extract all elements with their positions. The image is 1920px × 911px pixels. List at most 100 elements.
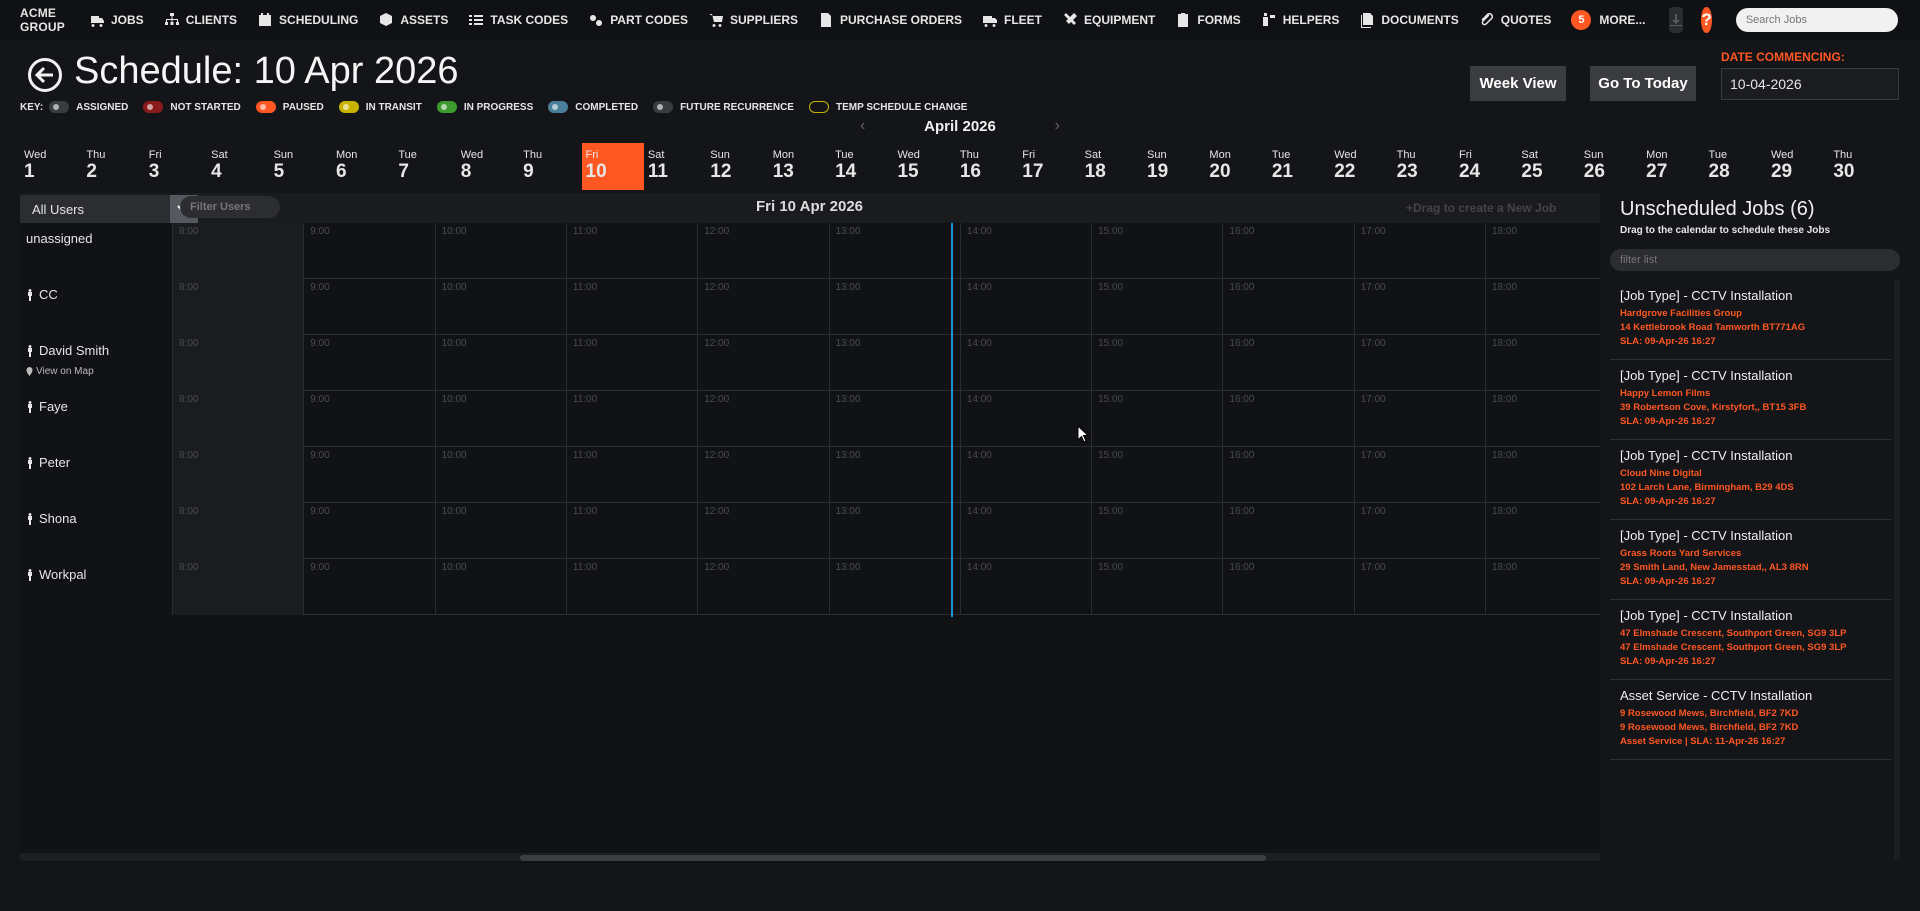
nav-item-suppliers[interactable]: SUPPLIERS bbox=[708, 12, 798, 28]
unscheduled-job-card[interactable]: [Job Type] - CCTV Installation Cloud Nine… bbox=[1610, 440, 1892, 520]
time-slot[interactable]: 12:00 bbox=[697, 223, 828, 279]
day-cell[interactable]: Thu 16 bbox=[956, 143, 1018, 190]
time-slot[interactable]: 16:00 bbox=[1222, 279, 1353, 335]
day-cell[interactable]: Tue 28 bbox=[1705, 143, 1767, 190]
time-slot[interactable]: 11:00 bbox=[565, 223, 697, 279]
time-slot[interactable]: 11:00 bbox=[565, 335, 697, 391]
brand-name[interactable]: ACME GROUP bbox=[20, 6, 65, 34]
nav-item-jobs[interactable]: JOBS bbox=[89, 12, 144, 28]
day-cell[interactable]: Wed 8 bbox=[457, 143, 519, 190]
unscheduled-job-card[interactable]: [Job Type] - CCTV Installation Hardgrove … bbox=[1610, 280, 1892, 360]
nav-item-scheduling[interactable]: SCHEDULING bbox=[257, 12, 358, 28]
time-slot[interactable]: 12:00 bbox=[697, 391, 828, 447]
user-select[interactable]: All Users bbox=[20, 195, 170, 223]
time-slot[interactable]: 12:00 bbox=[697, 503, 828, 559]
help-icon[interactable]: ? bbox=[1701, 7, 1712, 33]
time-slot[interactable]: 18:00 bbox=[1485, 223, 1616, 279]
time-slot[interactable]: 9:00 bbox=[303, 391, 434, 447]
time-slot[interactable]: 13:00 bbox=[828, 279, 960, 335]
time-slot[interactable]: 10:00 bbox=[434, 447, 566, 503]
time-slot[interactable]: 16:00 bbox=[1222, 559, 1353, 615]
time-slot[interactable]: 8:00 bbox=[172, 447, 304, 503]
time-slot[interactable]: 17:00 bbox=[1353, 503, 1485, 559]
time-slot[interactable]: 11:00 bbox=[565, 447, 697, 503]
time-slot[interactable]: 18:00 bbox=[1485, 335, 1616, 391]
day-cell[interactable]: Thu 23 bbox=[1393, 143, 1455, 190]
time-slot[interactable]: 10:00 bbox=[434, 223, 566, 279]
nav-item-assets[interactable]: ASSETS bbox=[378, 12, 448, 28]
time-slot[interactable]: 14:00 bbox=[959, 335, 1091, 391]
date-commencing-input[interactable] bbox=[1721, 68, 1899, 100]
time-slot[interactable]: 11:00 bbox=[565, 279, 697, 335]
day-cell[interactable]: Thu 30 bbox=[1829, 143, 1891, 190]
time-slot[interactable]: 8:00 bbox=[172, 503, 304, 559]
time-slot[interactable]: 13:00 bbox=[828, 559, 960, 615]
day-cell[interactable]: Tue 7 bbox=[394, 143, 456, 190]
download-icon[interactable] bbox=[1669, 7, 1684, 33]
back-button[interactable] bbox=[28, 58, 62, 92]
time-slot[interactable]: 16:00 bbox=[1222, 335, 1353, 391]
filter-list-input[interactable]: filter list bbox=[1610, 249, 1900, 271]
day-cell[interactable]: Mon 13 bbox=[769, 143, 831, 190]
time-slot[interactable]: 9:00 bbox=[303, 503, 434, 559]
time-slot[interactable]: 15:00 bbox=[1091, 559, 1222, 615]
day-cell[interactable]: Mon 20 bbox=[1205, 143, 1267, 190]
time-slot[interactable]: 16:00 bbox=[1222, 447, 1353, 503]
time-slot[interactable]: 13:00 bbox=[828, 447, 960, 503]
day-cell[interactable]: Fri 24 bbox=[1455, 143, 1517, 190]
time-slot[interactable]: 12:00 bbox=[697, 559, 828, 615]
time-slot[interactable]: 14:00 bbox=[959, 447, 1091, 503]
unscheduled-job-card[interactable]: Asset Service - CCTV Installation 9 Rosew… bbox=[1610, 680, 1892, 760]
filter-users-input[interactable]: Filter Users bbox=[180, 196, 280, 218]
time-slot[interactable]: 17:00 bbox=[1353, 559, 1485, 615]
time-slot[interactable]: 14:00 bbox=[959, 223, 1091, 279]
time-slot[interactable]: 17:00 bbox=[1353, 391, 1485, 447]
prev-month-icon[interactable]: ‹ bbox=[860, 117, 865, 135]
time-slot[interactable]: 15:00 bbox=[1091, 391, 1222, 447]
time-slot[interactable]: 15:00 bbox=[1091, 335, 1222, 391]
nav-item-part-codes[interactable]: PART CODES bbox=[588, 12, 688, 28]
time-slot[interactable]: 14:00 bbox=[959, 279, 1091, 335]
time-slot[interactable]: 15:00 bbox=[1091, 503, 1222, 559]
time-slot[interactable]: 12:00 bbox=[697, 447, 828, 503]
unscheduled-job-card[interactable]: [Job Type] - CCTV Installation 47 Elmshad… bbox=[1610, 600, 1892, 680]
day-cell[interactable]: Mon 6 bbox=[332, 143, 394, 190]
nav-item-equipment[interactable]: EQUIPMENT bbox=[1062, 12, 1155, 28]
horizontal-scroll-thumb[interactable] bbox=[520, 855, 1266, 861]
time-slot[interactable]: 9:00 bbox=[303, 335, 434, 391]
time-slot[interactable]: 10:00 bbox=[434, 391, 566, 447]
time-slot[interactable]: 8:00 bbox=[172, 391, 304, 447]
time-slot[interactable]: 12:00 bbox=[697, 335, 828, 391]
time-slot[interactable]: 8:00 bbox=[172, 279, 304, 335]
day-cell[interactable]: Sat 4 bbox=[207, 143, 269, 190]
time-slot[interactable]: 15:00 bbox=[1091, 279, 1222, 335]
time-slot[interactable]: 17:00 bbox=[1353, 335, 1485, 391]
day-cell[interactable]: Wed 1 bbox=[20, 143, 82, 190]
day-cell[interactable]: Thu 2 bbox=[82, 143, 144, 190]
week-view-button[interactable]: Week View bbox=[1470, 66, 1566, 101]
unscheduled-job-card[interactable]: [Job Type] - CCTV Installation Grass Root… bbox=[1610, 520, 1892, 600]
nav-item-clients[interactable]: CLIENTS bbox=[164, 12, 237, 28]
next-month-icon[interactable]: › bbox=[1055, 117, 1060, 135]
time-slot[interactable]: 18:00 bbox=[1485, 447, 1616, 503]
time-slot[interactable]: 13:00 bbox=[828, 223, 960, 279]
time-slot[interactable]: 17:00 bbox=[1353, 279, 1485, 335]
panel-scrollbar[interactable] bbox=[1894, 280, 1900, 860]
time-slot[interactable]: 17:00 bbox=[1353, 223, 1485, 279]
day-cell[interactable]: Mon 27 bbox=[1642, 143, 1704, 190]
time-slot[interactable]: 12:00 bbox=[697, 279, 828, 335]
day-cell[interactable]: Sun 5 bbox=[270, 143, 332, 190]
nav-item-fleet[interactable]: FLEET bbox=[982, 12, 1042, 28]
time-slot[interactable]: 15:00 bbox=[1091, 223, 1222, 279]
time-slot[interactable]: 18:00 bbox=[1485, 559, 1616, 615]
nav-item-purchase-orders[interactable]: PURCHASE ORDERS bbox=[818, 12, 962, 28]
day-cell[interactable]: Tue 21 bbox=[1268, 143, 1330, 190]
time-slot[interactable]: 16:00 bbox=[1222, 503, 1353, 559]
time-slot[interactable]: 8:00 bbox=[172, 559, 304, 615]
time-slot[interactable]: 16:00 bbox=[1222, 391, 1353, 447]
time-slot[interactable]: 9:00 bbox=[303, 223, 434, 279]
time-slot[interactable]: 17:00 bbox=[1353, 447, 1485, 503]
time-slot[interactable]: 9:00 bbox=[303, 279, 434, 335]
nav-item-forms[interactable]: FORMS bbox=[1175, 12, 1241, 28]
day-cell[interactable]: Wed 29 bbox=[1767, 143, 1829, 190]
